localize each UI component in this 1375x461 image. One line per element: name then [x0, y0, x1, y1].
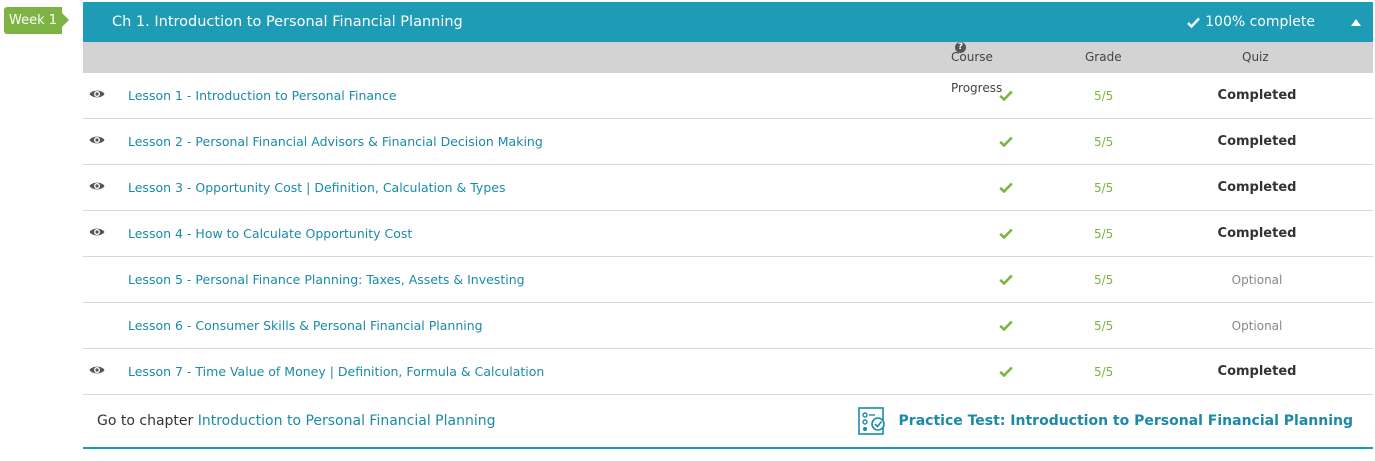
goto-chapter-link[interactable]: Introduction to Personal Financial Plann… — [198, 413, 496, 429]
lesson-row: Lesson 7 - Time Value of Money | Definit… — [83, 349, 1373, 395]
checkmark-icon — [999, 365, 1013, 380]
lesson-link[interactable]: Lesson 7 - Time Value of Money | Definit… — [128, 349, 544, 395]
grade-value: 5/5 — [1094, 89, 1114, 103]
grade-value: 5/5 — [1094, 319, 1114, 333]
checkmark-icon — [999, 227, 1013, 242]
completion-status: 100% complete — [1187, 2, 1315, 42]
practice-test-link[interactable]: Practice Test: Introduction to Personal … — [857, 395, 1353, 447]
practice-test-icon — [857, 407, 885, 435]
grade-value: 5/5 — [1094, 181, 1114, 195]
grade-value: 5/5 — [1094, 227, 1114, 241]
quiz-status[interactable]: Completed — [1207, 211, 1307, 257]
chapter-footer: Go to chapter Introduction to Personal F… — [83, 395, 1373, 449]
quiz-header: Quiz — [1242, 50, 1269, 64]
eye-icon — [89, 88, 105, 100]
practice-test-label: Practice Test: Introduction to Personal … — [898, 413, 1353, 429]
quiz-status[interactable]: Completed — [1207, 73, 1307, 119]
quiz-status: Optional — [1231, 319, 1283, 333]
chapter-header-right: 100% complete — [1187, 2, 1373, 42]
grade-value: 5/5 — [1094, 365, 1114, 379]
grade-header: Grade — [1085, 50, 1122, 64]
chapter-title: Ch 1. Introduction to Personal Financial… — [112, 14, 463, 30]
lesson-row: Lesson 3 - Opportunity Cost | Definition… — [83, 165, 1373, 211]
lesson-link[interactable]: Lesson 2 - Personal Financial Advisors &… — [128, 119, 543, 165]
quiz-status[interactable]: Completed — [1207, 165, 1307, 211]
quiz-status[interactable]: Completed — [1207, 349, 1307, 395]
checkmark-icon — [999, 273, 1013, 288]
grade-value: 5/5 — [1094, 135, 1114, 149]
quiz-status[interactable]: Completed — [1207, 119, 1307, 165]
column-header-row: Course Progress ? Grade Quiz — [83, 42, 1373, 95]
completion-text: 100% complete — [1205, 14, 1315, 30]
caret-up-icon — [1351, 18, 1361, 26]
lesson-row: Lesson 4 - How to Calculate Opportunity … — [83, 211, 1373, 257]
help-icon[interactable]: ? — [955, 42, 966, 53]
goto-prefix: Go to chapter — [97, 413, 194, 429]
lesson-link[interactable]: Lesson 1 - Introduction to Personal Fina… — [128, 73, 397, 119]
eye-icon — [89, 364, 105, 376]
lesson-link[interactable]: Lesson 3 - Opportunity Cost | Definition… — [128, 165, 505, 211]
grade-value: 5/5 — [1094, 273, 1114, 287]
checkmark-icon — [999, 135, 1013, 150]
eye-icon — [89, 134, 105, 146]
chapter-panel: Ch 1. Introduction to Personal Financial… — [83, 2, 1373, 449]
week-tag: Week 1 — [4, 7, 69, 34]
eye-icon — [89, 226, 105, 238]
chapter-header[interactable]: Ch 1. Introduction to Personal Financial… — [83, 2, 1373, 42]
checkmark-icon — [999, 89, 1013, 104]
checkmark-icon — [1187, 17, 1201, 28]
lesson-link[interactable]: Lesson 4 - How to Calculate Opportunity … — [128, 211, 412, 257]
lesson-row: Lesson 2 - Personal Financial Advisors &… — [83, 119, 1373, 165]
goto-chapter: Go to chapter Introduction to Personal F… — [97, 395, 495, 447]
checkmark-icon — [999, 319, 1013, 334]
lesson-row: Lesson 1 - Introduction to Personal Fina… — [83, 73, 1373, 119]
checkmark-icon — [999, 181, 1013, 196]
lesson-link[interactable]: Lesson 5 - Personal Finance Planning: Ta… — [128, 257, 525, 303]
lesson-row: Lesson 6 - Consumer Skills & Personal Fi… — [83, 303, 1373, 349]
lesson-row: Lesson 5 - Personal Finance Planning: Ta… — [83, 257, 1373, 303]
eye-icon — [89, 180, 105, 192]
collapse-button[interactable] — [1343, 2, 1369, 42]
lesson-list: Lesson 1 - Introduction to Personal Fina… — [83, 73, 1373, 395]
lesson-link[interactable]: Lesson 6 - Consumer Skills & Personal Fi… — [128, 303, 483, 349]
quiz-status: Optional — [1231, 273, 1283, 287]
